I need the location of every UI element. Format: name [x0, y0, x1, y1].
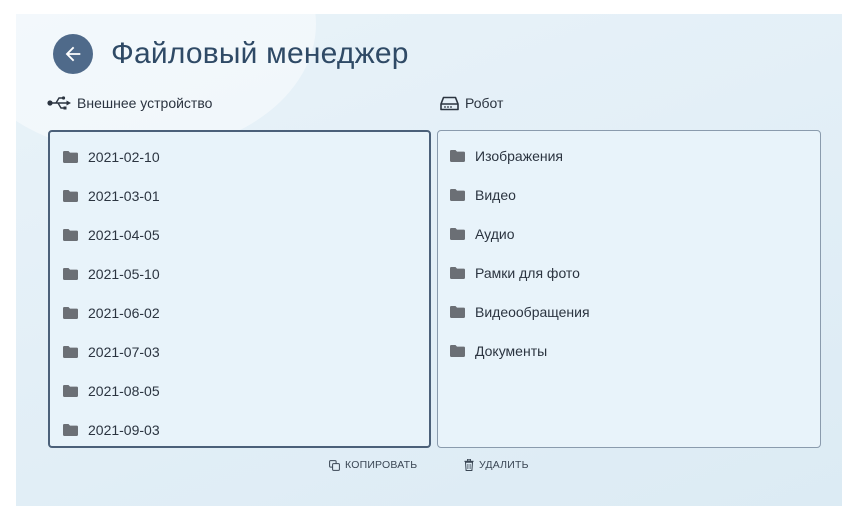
folder-icon [63, 384, 78, 397]
list-item[interactable]: Изображения [438, 136, 820, 175]
folder-name: 2021-04-05 [88, 226, 160, 243]
app-window: Файловый менеджер Внешнее устройство Роб… [16, 14, 842, 506]
delete-label: УДАЛИТЬ [479, 459, 529, 471]
copy-icon [329, 459, 340, 471]
folder-name: 2021-09-03 [88, 421, 160, 438]
folder-name: 2021-06-02 [88, 304, 160, 321]
hard-drive-icon [440, 96, 459, 111]
folder-icon [63, 267, 78, 280]
usb-icon [47, 96, 71, 110]
list-item[interactable]: 2021-02-10 [50, 137, 429, 176]
external-device-label: Внешнее устройство [47, 95, 212, 111]
folder-icon [63, 345, 78, 358]
list-item[interactable]: Аудио [438, 214, 820, 253]
folder-icon [450, 266, 465, 279]
trash-icon [464, 459, 474, 471]
external-file-list: 2021-02-10 2021-03-01 2021-04-05 2021-05… [50, 132, 429, 449]
list-item[interactable]: Видеообращения [438, 292, 820, 331]
list-item[interactable]: 2021-03-01 [50, 176, 429, 215]
list-item[interactable]: Видео [438, 175, 820, 214]
folder-name: 2021-02-10 [88, 148, 160, 165]
folder-icon [450, 227, 465, 240]
list-item[interactable]: 2021-04-05 [50, 215, 429, 254]
folder-name: 2021-08-05 [88, 382, 160, 399]
folder-icon [63, 306, 78, 319]
list-item[interactable]: 2021-07-03 [50, 332, 429, 371]
robot-file-list: Изображения Видео Аудио Рамки для фото В… [438, 131, 820, 370]
folder-icon [450, 344, 465, 357]
copy-label: КОПИРОВАТЬ [345, 459, 418, 471]
folder-name: Изображения [475, 147, 563, 164]
folder-icon [63, 150, 78, 163]
header: Файловый менеджер [53, 34, 409, 74]
delete-button[interactable]: УДАЛИТЬ [464, 459, 529, 471]
external-device-panel[interactable]: 2021-02-10 2021-03-01 2021-04-05 2021-05… [48, 130, 431, 448]
list-item[interactable]: Документы [438, 331, 820, 370]
list-item[interactable]: 2021-09-03 [50, 410, 429, 449]
folder-name: 2021-07-03 [88, 343, 160, 360]
robot-panel[interactable]: Изображения Видео Аудио Рамки для фото В… [437, 130, 821, 448]
folder-name: Видеообращения [475, 303, 590, 320]
page-title: Файловый менеджер [111, 37, 409, 70]
folder-name: Рамки для фото [475, 264, 580, 281]
action-bar: КОПИРОВАТЬ УДАЛИТЬ [16, 459, 842, 479]
folder-icon [450, 305, 465, 318]
folder-name: 2021-03-01 [88, 187, 160, 204]
list-item[interactable]: Рамки для фото [438, 253, 820, 292]
list-item[interactable]: 2021-08-05 [50, 371, 429, 410]
robot-label: Робот [440, 95, 503, 111]
robot-label-text: Робот [465, 95, 504, 111]
folder-icon [63, 189, 78, 202]
list-item[interactable]: 2021-06-02 [50, 293, 429, 332]
folder-icon [63, 423, 78, 436]
back-button[interactable] [53, 34, 93, 74]
folder-name: Аудио [475, 225, 515, 242]
folder-name: Видео [475, 186, 516, 203]
external-device-label-text: Внешнее устройство [77, 95, 213, 111]
folder-icon [450, 149, 465, 162]
arrow-left-icon [65, 46, 81, 62]
folder-icon [63, 228, 78, 241]
list-item[interactable]: 2021-05-10 [50, 254, 429, 293]
folder-icon [450, 188, 465, 201]
folder-name: Документы [475, 342, 548, 359]
folder-name: 2021-05-10 [88, 265, 160, 282]
copy-button[interactable]: КОПИРОВАТЬ [329, 459, 417, 471]
